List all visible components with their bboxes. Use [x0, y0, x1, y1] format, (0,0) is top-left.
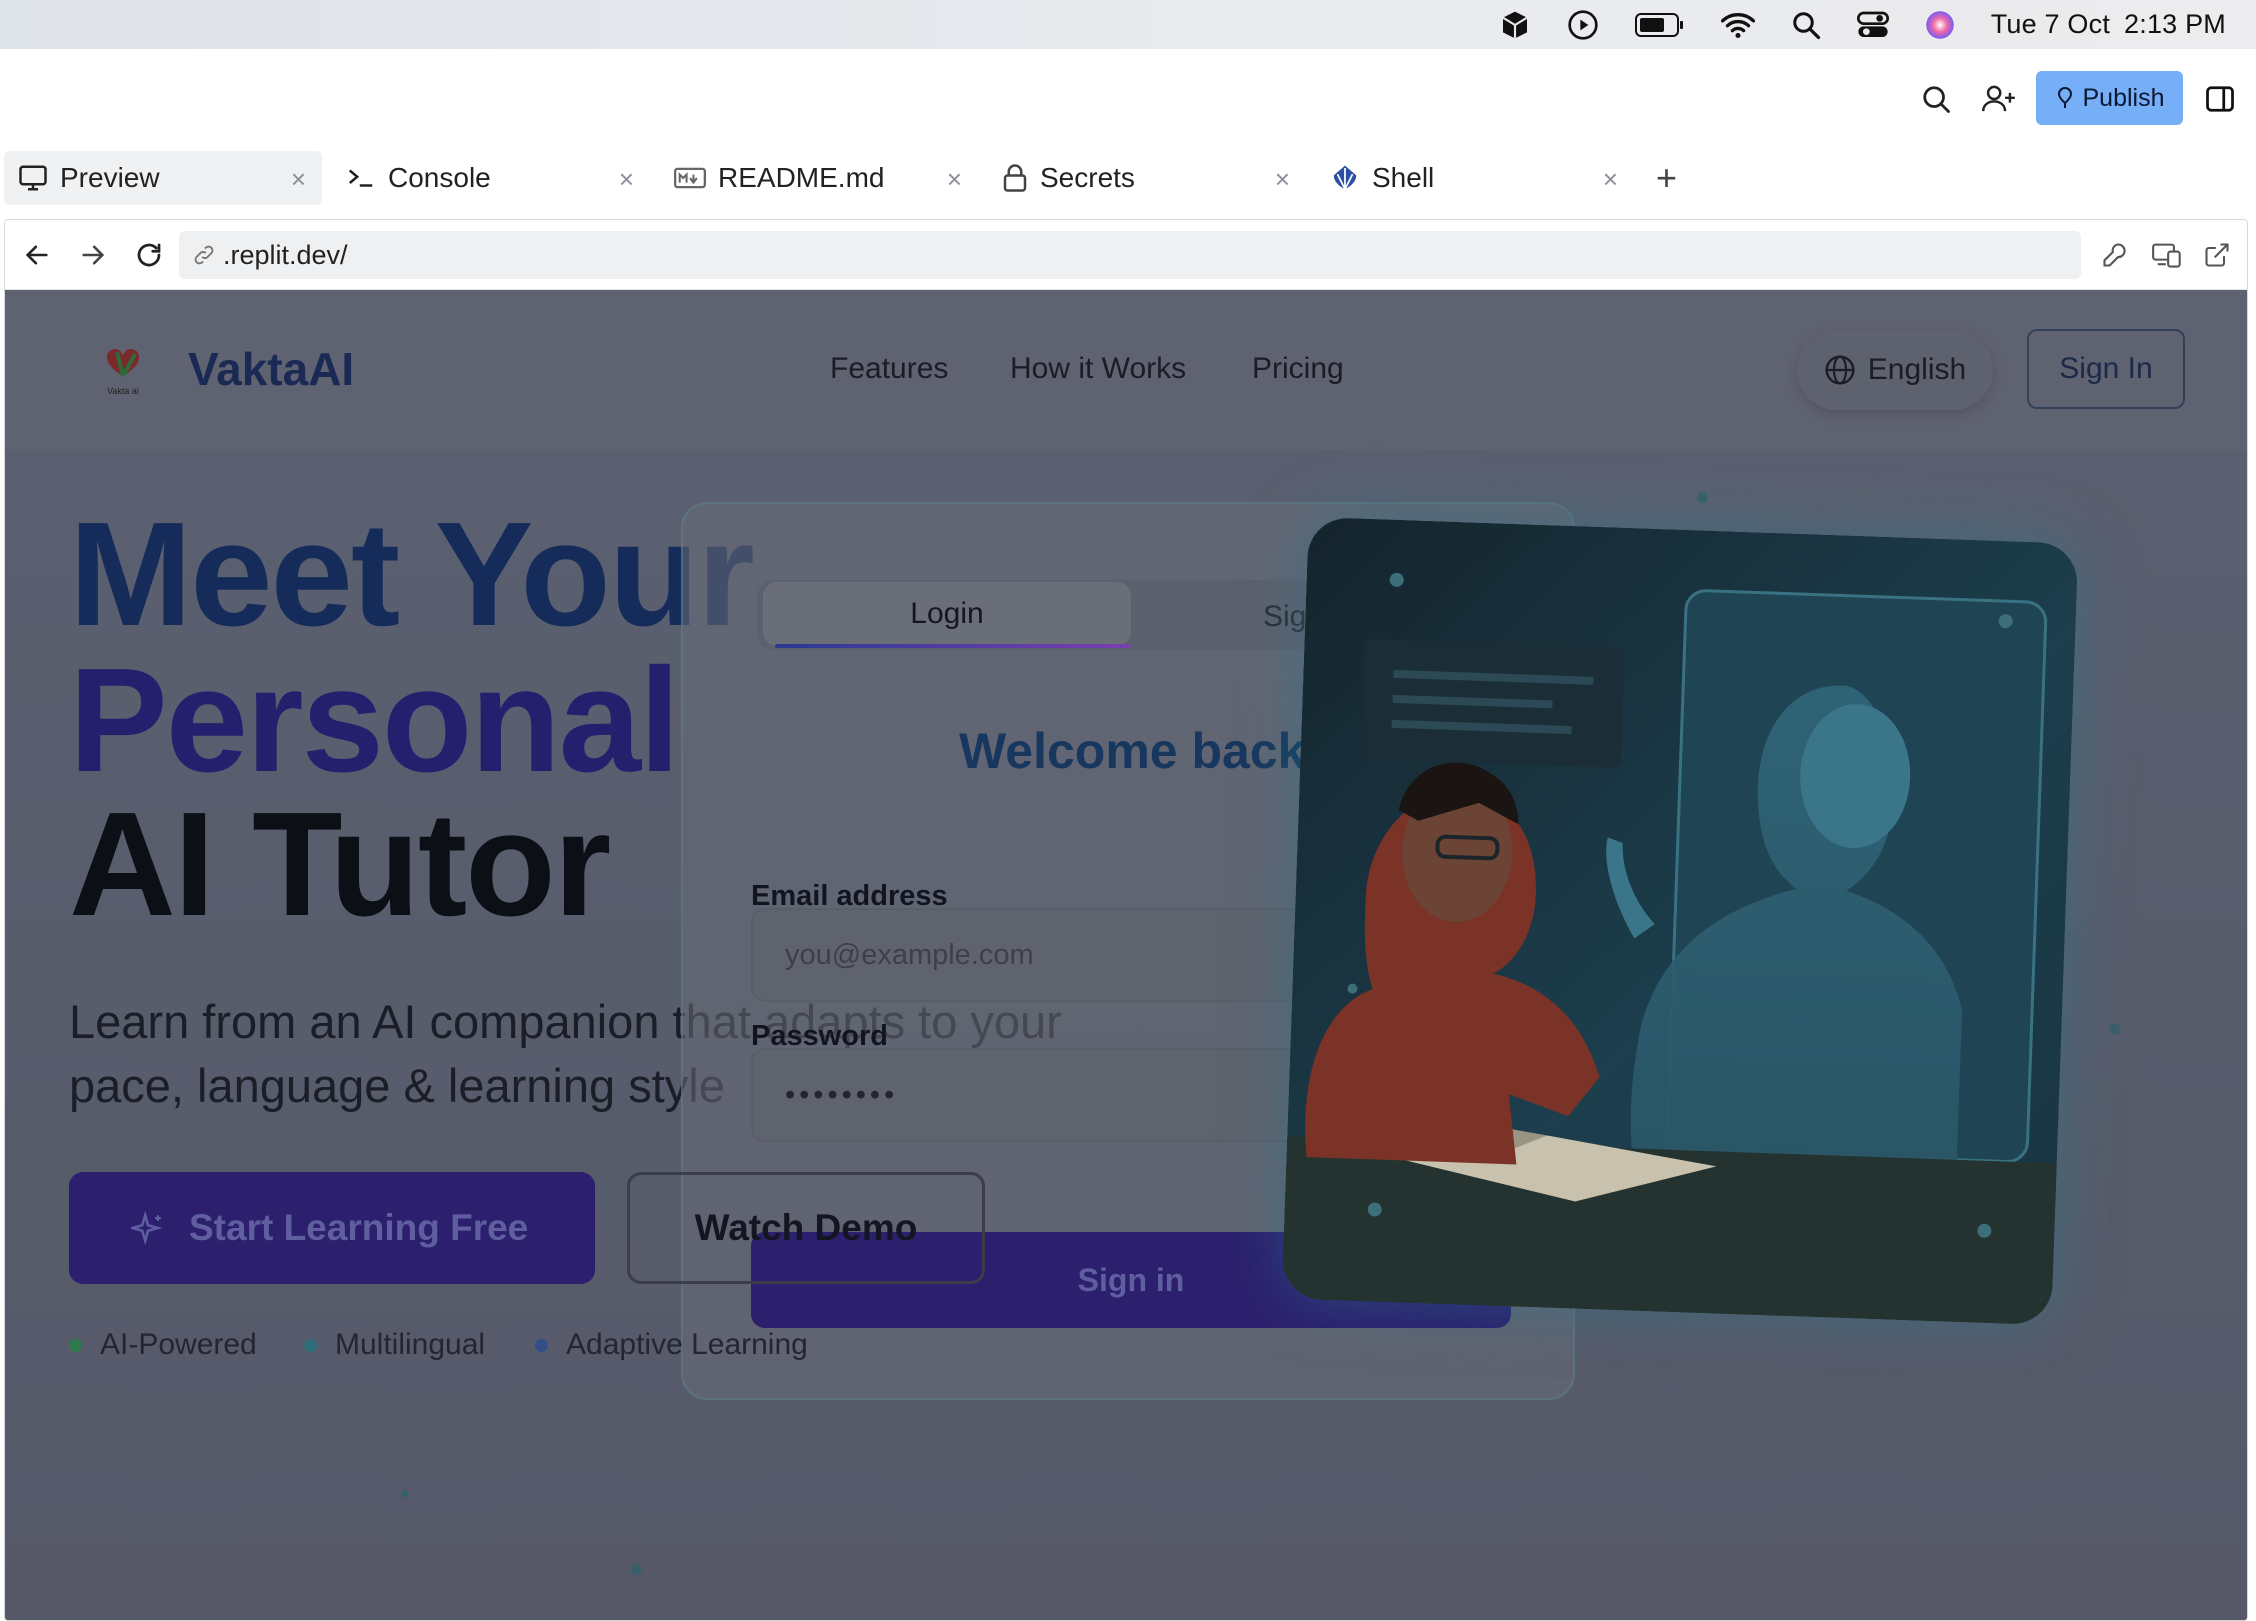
feature-multilingual: Multilingual [304, 1328, 485, 1362]
vakta-logo[interactable]: Vakta ai [89, 332, 157, 400]
tab-secrets[interactable]: Secrets × [988, 151, 1306, 205]
status-dot [304, 1338, 317, 1352]
pin-icon [2055, 87, 2075, 109]
nav-pricing[interactable]: Pricing [1252, 352, 1344, 386]
decor-dot [1697, 492, 1708, 503]
hero-section: Meet Your Personal AI Tutor Learn from a… [5, 450, 2247, 1620]
tab-shell[interactable]: Shell × [1316, 151, 1634, 205]
url-field[interactable]: .replit.dev/ [179, 231, 2081, 279]
decor-dot [401, 1490, 409, 1498]
forward-icon[interactable] [75, 237, 111, 273]
clock-time: 2:13 PM [2124, 9, 2226, 39]
brand-name[interactable]: VaktaAI [188, 342, 354, 396]
play-icon[interactable] [1567, 0, 1599, 49]
wifi-icon[interactable] [1720, 0, 1755, 49]
control-center-icon[interactable] [1856, 0, 1889, 49]
terminal-icon [346, 164, 376, 192]
invite-icon[interactable] [1981, 81, 2017, 117]
watch-demo-button[interactable]: Watch Demo [627, 1172, 985, 1284]
tab-readme[interactable]: README.md × [660, 151, 978, 205]
nav-how-it-works[interactable]: How it Works [1010, 352, 1186, 386]
tab-label: README.md [718, 162, 885, 193]
lock-icon [1002, 163, 1028, 193]
publish-label: Publish [2082, 83, 2165, 112]
close-icon[interactable]: × [1275, 164, 1290, 195]
feature-label: Adaptive Learning [566, 1328, 808, 1361]
tab-label: Secrets [1040, 162, 1135, 193]
workspace-header [0, 49, 2256, 147]
external-link-icon[interactable] [2199, 237, 2235, 273]
password-value: •••••••• [785, 1078, 899, 1111]
site-header: Vakta ai VaktaAI Features How it Works P… [5, 290, 2247, 450]
wrench-icon[interactable] [2097, 237, 2133, 273]
new-tab-button[interactable]: + [1656, 160, 1677, 196]
globe-icon [1824, 354, 1856, 386]
reload-icon[interactable] [131, 237, 167, 273]
feature-adaptive-learning: Adaptive Learning [535, 1328, 808, 1362]
language-selector[interactable]: English [1797, 330, 1993, 410]
status-dot [69, 1338, 82, 1352]
link-icon [193, 244, 215, 266]
login-tab[interactable]: Login [763, 582, 1131, 648]
hero-title-line2: Personal [69, 638, 680, 803]
close-icon[interactable]: × [947, 164, 962, 195]
website-viewport: Vakta ai VaktaAI Features How it Works P… [5, 290, 2247, 1620]
welcome-heading: Welcome back [959, 723, 1306, 779]
start-learning-label: Start Learning Free [189, 1207, 529, 1248]
hero-title-line1: Meet Your [69, 492, 755, 657]
email-placeholder: you@example.com [785, 938, 1034, 971]
pane-tabs: Preview × Console × README.md × Secrets … [0, 147, 2256, 209]
start-learning-button[interactable]: Start Learning Free [69, 1172, 595, 1284]
clock-date: Tue 7 Oct [1990, 9, 2111, 39]
monitor-icon [18, 164, 48, 192]
spotlight-icon[interactable] [1791, 0, 1821, 49]
tab-label: Shell [1372, 162, 1435, 193]
shell-icon [1330, 163, 1360, 193]
menu-bar: Tue 7 Oct 2:13 PM [0, 0, 2256, 49]
decor-dot [631, 1564, 642, 1575]
close-icon[interactable]: × [291, 164, 306, 195]
feature-label: Multilingual [335, 1328, 486, 1361]
preview-pane: .replit.dev/ Vakta ai VaktaAI Features H… [4, 219, 2248, 1621]
preview-toolbar: .replit.dev/ [5, 220, 2247, 290]
tab-label: Console [388, 162, 491, 193]
devices-icon[interactable] [2149, 237, 2185, 273]
language-label: English [1867, 353, 1967, 386]
sign-in-button[interactable]: Sign In [2027, 329, 2185, 409]
close-icon[interactable]: × [619, 164, 634, 195]
nav-features[interactable]: Features [830, 352, 948, 386]
tab-console[interactable]: Console × [332, 151, 650, 205]
split-pane-icon[interactable] [2202, 81, 2238, 117]
package-icon[interactable] [1499, 0, 1531, 49]
tab-label: Preview [60, 162, 160, 193]
url-text: .replit.dev/ [223, 239, 348, 270]
hero-illustration [1281, 516, 2079, 1326]
decor-dot [2109, 1024, 2120, 1035]
feature-label: AI-Powered [100, 1328, 257, 1361]
signup-tab[interactable]: Sig [1263, 600, 1306, 634]
feature-ai-powered: AI-Powered [69, 1328, 257, 1362]
markdown-icon [674, 166, 706, 190]
search-icon[interactable] [1918, 81, 1954, 117]
status-dot [535, 1338, 548, 1352]
tab-preview[interactable]: Preview × [4, 151, 322, 205]
battery-icon[interactable] [1634, 0, 1685, 49]
back-icon[interactable] [19, 237, 55, 273]
hero-title-line3: AI Tutor [69, 782, 611, 947]
svg-text:Vakta ai: Vakta ai [107, 386, 139, 396]
publish-button[interactable]: Publish [2036, 71, 2183, 125]
siri-icon[interactable] [1925, 0, 1955, 49]
sparkle-icon [131, 1211, 165, 1245]
menu-bar-clock[interactable]: Tue 7 Oct 2:13 PM [1991, 9, 2226, 40]
close-icon[interactable]: × [1603, 164, 1618, 195]
